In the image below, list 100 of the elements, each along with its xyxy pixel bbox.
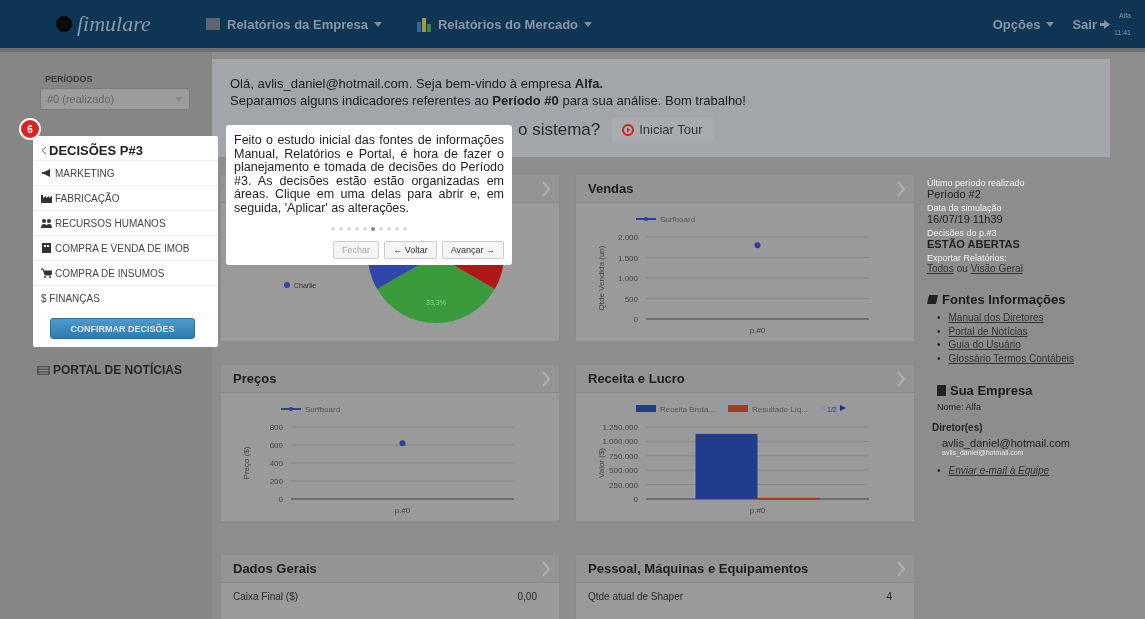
chevron-right-icon[interactable] <box>541 560 551 577</box>
step-dot[interactable] <box>331 227 335 231</box>
welcome-text: Separamos alguns indicadores referentes ao Período #0 para sua análise. Bom trabalho! <box>230 92 747 109</box>
options-menu[interactable]: Opções <box>992 16 1055 32</box>
step-dot[interactable] <box>403 227 407 231</box>
bullet-mark: • <box>937 465 941 476</box>
email-team-link[interactable]: Enviar e-mail à Equipe <box>948 465 1050 476</box>
tick-label: 800 <box>269 423 283 432</box>
bullet-mark: • <box>937 352 941 364</box>
nav-menu-label: Relatórios do Mercado <box>437 16 579 32</box>
step-dot[interactable] <box>347 227 351 231</box>
table-cell: 4 <box>886 591 892 602</box>
bullet-mark: • <box>937 325 941 337</box>
tick-label: 0 <box>633 495 638 504</box>
newspaper-icon <box>37 365 50 375</box>
tick-label: 1.000 <box>617 274 638 283</box>
axis-title: Valor ($) <box>597 447 606 479</box>
legend-label: Surfboard <box>305 405 341 414</box>
menu-item[interactable]: COMPRA E VENDA DE IMOB <box>33 235 218 260</box>
logo-text: ſimulare <box>77 11 151 37</box>
tick-label: 0 <box>633 315 638 324</box>
card-title: Preços <box>233 371 277 386</box>
source-link[interactable]: Guia do Usuário <box>948 339 1021 350</box>
cart-icon <box>41 268 52 278</box>
source-link[interactable]: Manual dos Diretores <box>948 312 1044 323</box>
tick-label: p.#0 <box>749 506 766 515</box>
bar-chart-icon <box>415 16 432 32</box>
tick-label: 400 <box>269 459 283 468</box>
menu-item[interactable]: $ FINANÇAS <box>33 285 218 310</box>
source-link[interactable]: Glossário Termos Contábeis <box>948 352 1074 364</box>
step-dot[interactable] <box>379 227 383 231</box>
chevron-right-icon[interactable] <box>896 370 906 387</box>
confirm-button[interactable]: CONFIRMAR DECISÕES <box>50 318 195 339</box>
card-title: Receita e Lucro <box>588 371 685 386</box>
card-title: Vendas <box>588 181 634 196</box>
axis-title: Preço ($) <box>242 446 251 480</box>
data-point <box>754 242 761 249</box>
menu-item[interactable]: FABRICAÇÃO <box>33 185 218 210</box>
chevron-right-icon[interactable] <box>541 370 551 387</box>
directors-title: Diretor(es) <box>932 422 984 433</box>
tour-text: Feito o estudo inicial das fontes de informações Manual, Relatórios e Portal, é hora de fazer o planejamento e tomada de decisões do Período #3. As decisões estão estão organizadas em áreas. Clique em uma delas para abrir e, em seguida, 'Aplicar' as alterações. <box>234 134 504 215</box>
bullet-mark: • <box>937 339 941 350</box>
legend-item[interactable]: Surfboard <box>635 215 696 224</box>
step-dot[interactable] <box>387 227 391 231</box>
legend-item[interactable]: Resultado Líq... <box>728 405 809 414</box>
caret-icon <box>373 21 382 27</box>
welcome-text: Olá, avlis_daniel@hotmail.com. Seja bem-vindo à empresa Alfa. <box>230 75 605 92</box>
data-point <box>399 440 406 447</box>
export-link[interactable]: Todos <box>927 263 954 274</box>
legend-label: Receita Bruta... <box>660 405 716 414</box>
play-icon <box>622 123 635 136</box>
tick-label: 500.000 <box>609 466 638 476</box>
menu-item[interactable]: COMPRA DE INSUMOS <box>33 260 218 285</box>
legend-label: Surfboard <box>660 215 696 224</box>
legend-item[interactable]: Surfboard <box>280 405 341 414</box>
nav-menu[interactable]: Relatórios do Mercado <box>415 16 593 32</box>
step-dot[interactable] <box>339 227 343 231</box>
tick-label: 1.000.000 <box>602 437 638 447</box>
logout-link[interactable]: Sair <box>1072 16 1110 32</box>
menu-item[interactable]: RECURSOS HUMANOS <box>33 210 218 235</box>
step-dot[interactable] <box>363 227 367 231</box>
company-name: Nome: Alfa <box>937 402 983 412</box>
tick-label: 2.000 <box>617 233 638 242</box>
export-link[interactable]: Visão Geral <box>970 263 1023 274</box>
tick-label: 200 <box>269 477 283 486</box>
tick-label: 750.000 <box>609 451 638 461</box>
chevron-right-icon[interactable] <box>896 560 906 577</box>
tick-label: 1.250.000 <box>602 423 638 432</box>
nav-menu[interactable]: Relatórios da Empresa <box>205 16 382 32</box>
director-email: avlis_daniel@hotmail.com <box>942 437 1071 449</box>
card-title: Dados Gerais <box>233 561 317 576</box>
chevron-right-icon[interactable] <box>896 180 906 197</box>
separator-text: ou <box>956 263 968 274</box>
info-value: 16/07/19 11h39 <box>927 213 1004 225</box>
nav-menu-label: Relatórios da Empresa <box>227 16 368 32</box>
caret-icon <box>584 21 593 27</box>
menu-item[interactable]: MARKETING <box>33 160 218 185</box>
source-link[interactable]: Portal de Notícias <box>948 325 1028 337</box>
chevron-right-icon[interactable] <box>541 180 551 197</box>
tick-label: 250.000 <box>609 480 638 490</box>
factory-icon <box>41 193 52 203</box>
tick-label: p.#0 <box>749 326 766 335</box>
tour-button[interactable]: ← Voltar <box>384 241 437 259</box>
tour-button[interactable]: Avançar → <box>441 241 504 259</box>
legend-label: Resultado Líq... <box>752 405 809 414</box>
chevron-left-icon <box>41 146 47 154</box>
card-title: Pessoal, Máquinas e Equipamentos <box>588 561 809 576</box>
caret-icon <box>175 96 183 102</box>
bullet-mark: • <box>937 312 941 323</box>
info-label: Data da simulação <box>927 203 1003 213</box>
start-tour-button[interactable]: Iniciar Tour <box>612 117 713 142</box>
legend-item[interactable]: Receita Bruta... <box>636 405 716 414</box>
axis-title: Qtde Vendida (un) <box>597 245 606 311</box>
step-dot[interactable] <box>395 227 399 231</box>
step-dot[interactable] <box>371 227 375 231</box>
table-cell: Caixa Final ($) <box>233 591 299 602</box>
menu-title: DECISÕES P#3 <box>49 142 143 158</box>
news-portal-item[interactable]: PORTAL DE NOTÍCIAS <box>37 363 212 377</box>
step-dot[interactable] <box>355 227 359 231</box>
megaphone-icon <box>41 168 52 178</box>
